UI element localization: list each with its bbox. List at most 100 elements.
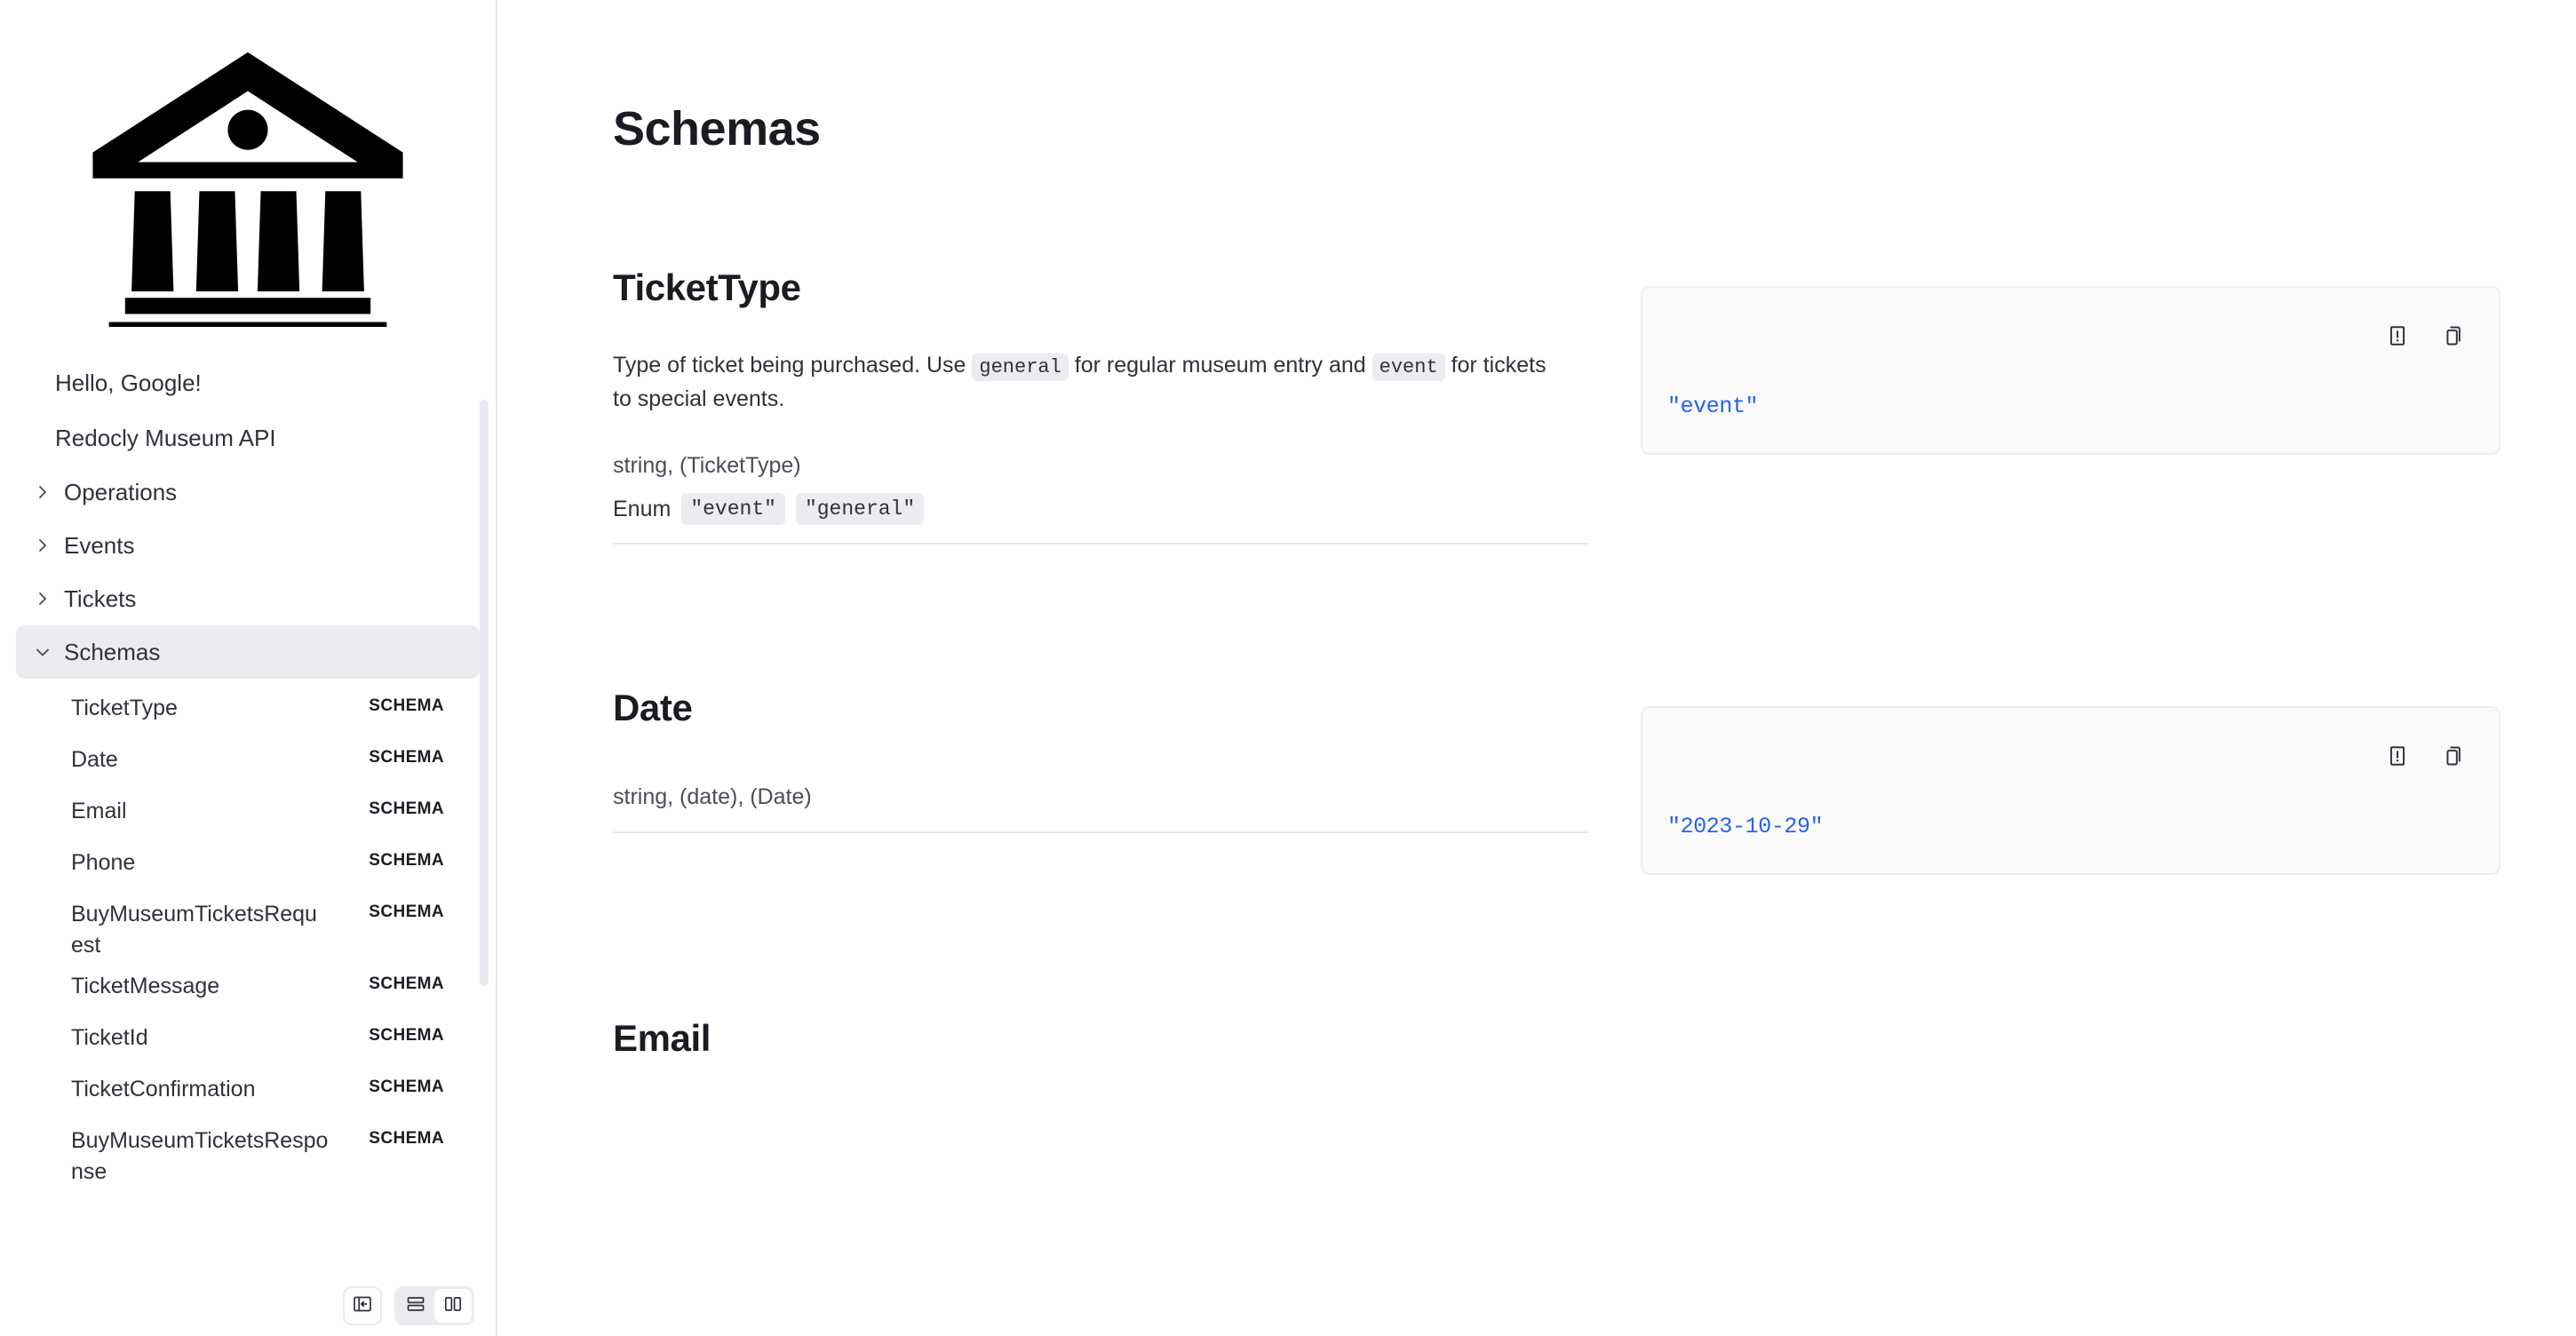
section-divider bbox=[613, 831, 1588, 834]
schema-name: BuyMuseumTicketsResponse bbox=[71, 1128, 329, 1184]
sidebar-scrollbar[interactable] bbox=[480, 0, 489, 1336]
sidebar-nav: Hello, Google! Redocly Museum API Operat… bbox=[0, 355, 496, 1187]
copy-icon bbox=[2443, 324, 2466, 352]
section-right-column: "2023-10-29" bbox=[1586, 687, 2505, 876]
code-sample-panel: "event" bbox=[1641, 286, 2500, 455]
schema-name: TicketMessage bbox=[71, 974, 220, 998]
schema-badge: SCHEMA bbox=[369, 1078, 444, 1096]
copy-button[interactable] bbox=[2442, 325, 2467, 350]
copy-icon bbox=[2443, 744, 2466, 772]
section-type-line: string, (date), (Date) bbox=[613, 784, 812, 810]
sidebar-schema-date[interactable]: Date SCHEMA bbox=[16, 734, 480, 785]
collapse-sidebar-icon bbox=[352, 1293, 373, 1319]
sidebar-schema-buymuseumticketsresponse[interactable]: BuyMuseumTicketsResponse SCHEMA bbox=[16, 1115, 480, 1187]
sidebar-api-title[interactable]: Redocly Museum API bbox=[16, 410, 480, 465]
inline-code-event: event bbox=[1371, 354, 1445, 381]
greeting-label: Hello, Google! bbox=[55, 369, 202, 396]
desc-text-part: for regular museum entry and bbox=[1068, 353, 1372, 378]
schema-badge: SCHEMA bbox=[369, 748, 444, 767]
schema-name: BuyMuseumTicketsRequest bbox=[71, 902, 317, 958]
enum-value: "event" bbox=[681, 493, 785, 526]
schema-name: Phone bbox=[71, 850, 136, 875]
report-issue-icon bbox=[2386, 744, 2409, 772]
api-title-label: Redocly Museum API bbox=[55, 424, 276, 451]
desc-text-part: Type of ticket being purchased. Use bbox=[613, 353, 973, 378]
section-divider bbox=[613, 543, 1588, 545]
report-issue-button[interactable] bbox=[2385, 745, 2410, 770]
sidebar-item-schemas[interactable]: Schemas bbox=[16, 625, 480, 679]
schema-badge: SCHEMA bbox=[369, 696, 444, 715]
section-title: Email bbox=[613, 1017, 712, 1060]
schema-name: Date bbox=[71, 747, 118, 772]
enum-label: Enum bbox=[613, 496, 672, 521]
report-issue-button[interactable] bbox=[2385, 325, 2410, 350]
sidebar-schema-buymuseumticketsrequest[interactable]: BuyMuseumTicketsRequest SCHEMA bbox=[16, 888, 480, 960]
layout-toggle-group bbox=[394, 1286, 474, 1325]
sidebar-schema-ticketid[interactable]: TicketId SCHEMA bbox=[16, 1012, 480, 1063]
app-root: Hello, Google! Redocly Museum API Operat… bbox=[0, 0, 2576, 1336]
section-left-column: TicketType Type of ticket being purchase… bbox=[613, 266, 1588, 545]
schema-section-date: Date string, (date), (Date) "2023-10-29" bbox=[497, 687, 2576, 876]
sidebar-item-events[interactable]: Events bbox=[16, 519, 480, 572]
copy-button[interactable] bbox=[2442, 745, 2467, 770]
chevron-down-icon bbox=[34, 643, 64, 661]
section-right-column: "event" bbox=[1586, 266, 2505, 545]
schema-section-tickettype: TicketType Type of ticket being purchase… bbox=[497, 266, 2576, 545]
logo-container[interactable] bbox=[0, 0, 496, 355]
schema-name: TicketId bbox=[71, 1025, 148, 1050]
sidebar: Hello, Google! Redocly Museum API Operat… bbox=[0, 0, 497, 1336]
sidebar-greeting: Hello, Google! bbox=[16, 355, 480, 410]
code-sample-value: "2023-10-29" bbox=[1667, 814, 1824, 840]
code-sample-actions bbox=[2385, 745, 2467, 770]
schema-badge: SCHEMA bbox=[369, 851, 444, 870]
two-column-layout-icon bbox=[442, 1293, 464, 1319]
code-sample-panel: "2023-10-29" bbox=[1641, 706, 2500, 876]
main-content: Schemas TicketType Type of ticket being … bbox=[497, 0, 2576, 1336]
enum-value: "general" bbox=[795, 493, 925, 526]
sidebar-schema-email[interactable]: Email SCHEMA bbox=[16, 785, 480, 837]
schema-badge: SCHEMA bbox=[369, 1129, 444, 1148]
section-left-column: Email bbox=[613, 1017, 1586, 1060]
section-type-line: string, (TicketType) bbox=[613, 453, 801, 479]
sidebar-toolbar bbox=[343, 1286, 474, 1325]
chevron-right-icon bbox=[34, 483, 64, 501]
schema-name: TicketType bbox=[71, 696, 178, 720]
code-sample-value: "event" bbox=[1667, 394, 1759, 419]
section-enum-line: Enum "event" "general" bbox=[613, 493, 1586, 526]
sidebar-item-tickets[interactable]: Tickets bbox=[16, 572, 480, 625]
schema-name: TicketConfirmation bbox=[71, 1077, 256, 1101]
section-left-column: Date string, (date), (Date) bbox=[613, 687, 1588, 875]
sidebar-scrollbar-thumb[interactable] bbox=[480, 400, 489, 986]
page-title: Schemas bbox=[613, 102, 821, 155]
sidebar-item-label: Schemas bbox=[64, 638, 161, 665]
sidebar-item-label: Tickets bbox=[64, 584, 137, 612]
schema-badge: SCHEMA bbox=[369, 903, 444, 921]
sidebar-schema-tickettype[interactable]: TicketType SCHEMA bbox=[16, 682, 480, 734]
sidebar-item-label: Events bbox=[64, 531, 135, 559]
section-right-column bbox=[1586, 1017, 2505, 1060]
section-description: Type of ticket being purchased. Use gene… bbox=[613, 348, 1554, 416]
museum-building-icon bbox=[83, 43, 412, 327]
schema-badge: SCHEMA bbox=[369, 1026, 444, 1045]
schema-section-email: Email bbox=[497, 1017, 2576, 1060]
collapse-sidebar-button[interactable] bbox=[343, 1286, 382, 1325]
sidebar-schema-phone[interactable]: Phone SCHEMA bbox=[16, 837, 480, 888]
schema-badge: SCHEMA bbox=[369, 974, 444, 993]
two-column-layout-button[interactable] bbox=[434, 1289, 472, 1323]
schema-list: TicketType SCHEMA Date SCHEMA Email SCHE… bbox=[0, 682, 496, 1187]
section-title: Date bbox=[613, 687, 693, 729]
report-issue-icon bbox=[2386, 324, 2409, 352]
sidebar-item-label: Operations bbox=[64, 478, 178, 505]
chevron-right-icon bbox=[34, 590, 64, 608]
schema-name: Email bbox=[71, 799, 127, 823]
schema-badge: SCHEMA bbox=[369, 799, 444, 818]
sidebar-item-operations[interactable]: Operations bbox=[16, 465, 480, 519]
single-column-layout-button[interactable] bbox=[397, 1289, 434, 1323]
code-sample-actions bbox=[2385, 325, 2467, 350]
sidebar-schema-ticketmessage[interactable]: TicketMessage SCHEMA bbox=[16, 960, 480, 1012]
section-title: TicketType bbox=[613, 266, 801, 308]
chevron-right-icon bbox=[34, 537, 64, 554]
single-column-layout-icon bbox=[405, 1293, 426, 1319]
inline-code-general: general bbox=[972, 354, 1069, 381]
sidebar-schema-ticketconfirmation[interactable]: TicketConfirmation SCHEMA bbox=[16, 1063, 480, 1115]
